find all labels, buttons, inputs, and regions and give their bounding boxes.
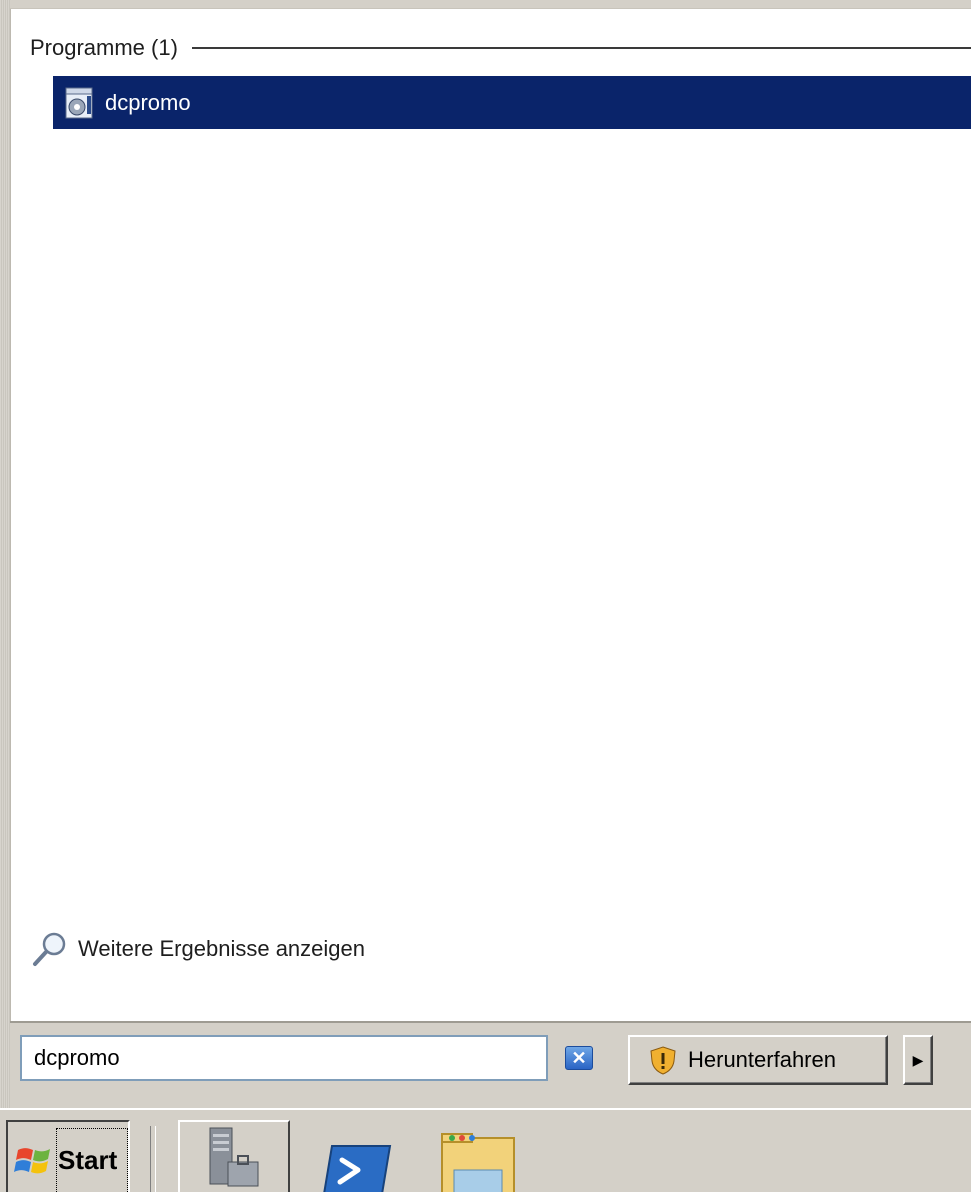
taskbar-explorer[interactable]	[436, 1120, 520, 1192]
shutdown-options-button[interactable]: ▶	[903, 1035, 933, 1085]
taskbar-separator	[150, 1126, 156, 1192]
powershell-icon	[323, 1145, 392, 1192]
taskbar-server-manager[interactable]	[178, 1120, 290, 1192]
clear-search-button[interactable]: ✕	[565, 1046, 593, 1070]
results-section-header: Programme (1)	[30, 35, 971, 61]
section-header-divider	[191, 47, 971, 49]
taskbar-powershell[interactable]	[318, 1120, 398, 1192]
desktop-screen: Programme (1) dcpromo Weitere Ergebnisse…	[0, 0, 971, 1192]
dcpromo-app-icon	[65, 87, 93, 118]
start-menu-left-edge	[0, 0, 11, 1108]
result-item-dcpromo[interactable]: dcpromo	[53, 76, 971, 129]
windows-logo-icon	[14, 1148, 50, 1174]
shutdown-label: Herunterfahren	[688, 1047, 836, 1072]
start-menu-top-edge	[10, 0, 971, 9]
triangle-right-icon: ▶	[912, 1051, 924, 1068]
shield-warning-icon	[650, 1046, 676, 1075]
start-menu: Programme (1) dcpromo Weitere Ergebnisse…	[0, 0, 971, 1110]
search-icon	[33, 932, 66, 966]
focus-rectangle	[56, 1128, 128, 1192]
taskbar: Start	[0, 1108, 971, 1192]
result-item-label: dcpromo	[105, 89, 191, 115]
explorer-folder-icon	[441, 1133, 515, 1192]
close-icon: ✕	[571, 1048, 587, 1068]
shutdown-button[interactable]: Herunterfahren	[628, 1035, 888, 1085]
search-results-pane: Programme (1) dcpromo Weitere Ergebnisse…	[11, 9, 971, 1021]
start-button[interactable]: Start	[6, 1120, 130, 1192]
more-results-label: Weitere Ergebnisse anzeigen	[78, 936, 365, 961]
server-manager-icon	[209, 1127, 259, 1187]
more-results-link[interactable]: Weitere Ergebnisse anzeigen	[30, 929, 365, 969]
section-header-label: Programme (1)	[30, 35, 178, 60]
start-menu-bottom-bar: ✕ Herunterfahren ▶	[10, 1021, 971, 1110]
search-input[interactable]	[20, 1035, 548, 1081]
